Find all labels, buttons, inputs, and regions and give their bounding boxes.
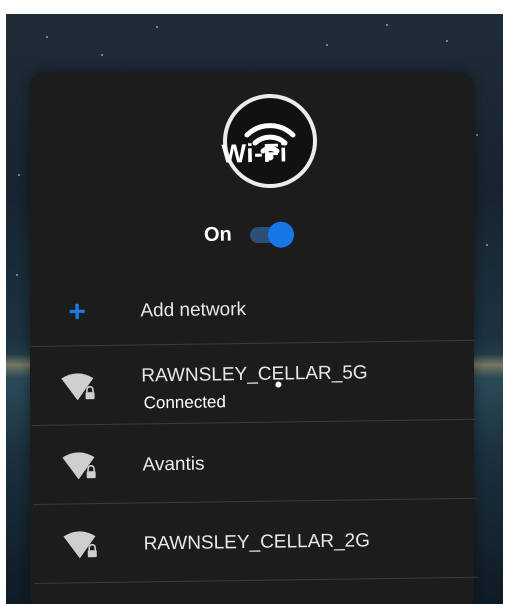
wifi-toggle-row[interactable]: On: [204, 217, 325, 251]
network-ssid: Avantis: [142, 453, 205, 476]
wifi-signal-lock-icon: [62, 452, 96, 480]
plus-icon: +: [68, 295, 87, 329]
wifi-toggle-label: On: [203, 223, 232, 246]
star: [16, 274, 18, 276]
network-item[interactable]: RAWNSLEY_CELLAR_2G: [33, 498, 479, 584]
add-network-button[interactable]: + Add network: [30, 277, 475, 347]
star: [446, 40, 448, 42]
wifi-signal-lock-icon: [63, 531, 97, 559]
cursor-dot: [275, 381, 282, 388]
wifi-signal-lock-icon: [61, 373, 95, 401]
network-item[interactable]: Avantis: [31, 419, 478, 505]
screen: Wi-Fi On + Add network RAWNSLEY_CELLAR_5…: [6, 14, 503, 604]
wifi-toggle[interactable]: [249, 221, 295, 248]
star: [156, 26, 158, 28]
network-ssid: RAWNSLEY_CELLAR_5G: [141, 362, 368, 387]
network-ssid: RAWNSLEY_CELLAR_2G: [143, 530, 371, 555]
star: [486, 244, 488, 246]
star: [326, 44, 328, 46]
star: [101, 54, 103, 56]
network-item[interactable]: RAWNSLEY_CELLAR_5G Connected: [30, 340, 476, 426]
network-status: Connected: [143, 392, 227, 413]
network-list: + Add network RAWNSLEY_CELLAR_5G Connect…: [30, 277, 479, 584]
star: [46, 36, 48, 38]
star: [18, 174, 20, 176]
toggle-thumb: [267, 221, 295, 248]
add-network-label: Add network: [140, 298, 247, 322]
star: [386, 24, 388, 26]
